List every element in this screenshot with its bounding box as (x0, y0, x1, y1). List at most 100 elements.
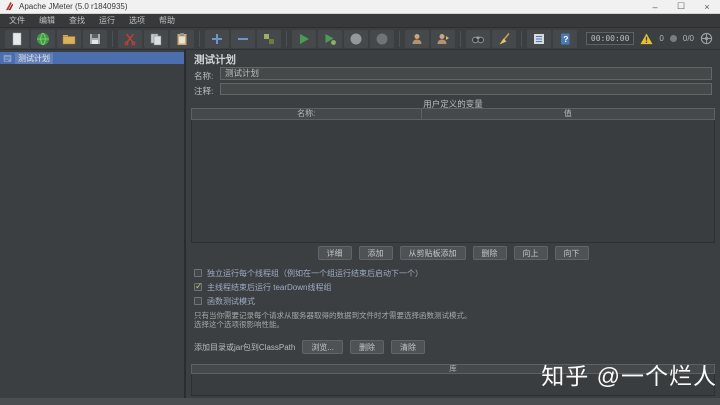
tree-item-label: 测试计划 (15, 52, 53, 64)
help-button[interactable]: ? (553, 29, 577, 48)
add-icon (212, 33, 222, 44)
toolbar-separator (199, 30, 200, 47)
templates-button[interactable] (31, 29, 55, 48)
warning-icon[interactable] (640, 32, 653, 45)
classpath-clear-button[interactable]: 清除 (391, 340, 426, 354)
remove-button[interactable] (231, 29, 255, 48)
open-folder-icon (62, 34, 76, 44)
menu-run[interactable]: 运行 (92, 14, 122, 28)
shutdown-button[interactable] (370, 29, 394, 48)
close-button[interactable]: × (694, 0, 720, 13)
stop-button[interactable] (344, 29, 368, 48)
toggle-icon (264, 33, 274, 44)
clear-button[interactable] (492, 29, 516, 48)
checkbox-run-teardown[interactable]: 主线程结束后运行 tearDown线程组 (194, 281, 331, 292)
start-no-pauses-button[interactable] (318, 29, 342, 48)
open-file-button[interactable] (57, 29, 81, 48)
remove-icon (238, 37, 248, 40)
delete-row-button[interactable]: 删除 (472, 246, 507, 260)
tree-item-test-plan[interactable]: 测试计划 (0, 52, 184, 64)
start-button[interactable] (292, 29, 316, 48)
cut-button[interactable] (118, 29, 142, 48)
test-timer: 00:00:00 (585, 32, 635, 45)
toolbar-separator (286, 30, 287, 47)
remote-start-icon (412, 33, 422, 44)
save-button[interactable] (83, 29, 107, 48)
view-log-button[interactable] (527, 29, 551, 48)
bottom-strip (0, 398, 720, 405)
start-icon (300, 33, 309, 44)
checkbox-functional-mode[interactable]: 函数测试模式 (194, 296, 255, 306)
new-file-icon (12, 32, 22, 45)
jmeter-logo-icon (5, 2, 14, 11)
comment-input[interactable] (220, 83, 712, 95)
test-plan-panel: 测试计划 名称: 测试计划 注释: 用户定义的变量 名称: 值 详细 添加 从剪… (186, 50, 720, 398)
detail-button[interactable]: 详细 (317, 246, 352, 260)
checkbox-icon (194, 297, 202, 305)
test-plan-icon (3, 54, 12, 62)
window-title: Apache JMeter (5.0 r1840935) (19, 2, 128, 11)
classpath-delete-button[interactable]: 删除 (350, 340, 385, 354)
paste-button[interactable] (170, 29, 194, 48)
new-file-button[interactable] (5, 29, 29, 48)
toggle-button[interactable] (257, 29, 281, 48)
add-button[interactable] (205, 29, 229, 48)
add-from-clipboard-button[interactable]: 从剪贴板添加 (399, 246, 466, 260)
move-up-button[interactable]: 向上 (513, 246, 548, 260)
shutdown-icon (376, 33, 388, 44)
toolbar-status: 00:00:00 0 0/0 (585, 32, 716, 45)
error-count: 0 (659, 34, 664, 43)
remote-start-all-button[interactable] (431, 29, 455, 48)
minimize-button[interactable]: – (642, 0, 668, 13)
checkbox-icon (194, 269, 202, 277)
menu-help[interactable]: 帮助 (152, 14, 182, 28)
toolbar-separator (460, 30, 461, 47)
paste-icon (177, 32, 187, 45)
stop-icon (350, 33, 362, 44)
remote-start-button[interactable] (405, 29, 429, 48)
udv-column-value[interactable]: 值 (420, 108, 715, 120)
menu-bar: 文件 编辑 查找 运行 选项 帮助 (0, 14, 720, 28)
menu-options[interactable]: 选项 (122, 14, 152, 28)
udv-column-name[interactable]: 名称: (191, 108, 422, 120)
name-input[interactable]: 测试计划 (220, 67, 712, 80)
udv-table-body[interactable] (191, 120, 715, 243)
save-icon (90, 33, 100, 44)
thread-count: 0/0 (682, 34, 694, 43)
search-button[interactable] (466, 29, 490, 48)
move-down-button[interactable]: 向下 (554, 246, 589, 260)
view-log-icon (534, 33, 544, 44)
classpath-label: 添加目录或jar包到ClassPath (194, 342, 296, 352)
toolbar-separator (521, 30, 522, 47)
status-target-icon[interactable] (700, 32, 713, 45)
copy-button[interactable] (144, 29, 168, 48)
remote-start-all-icon (437, 33, 449, 44)
cut-icon (124, 33, 136, 45)
help-icon: ? (561, 33, 570, 44)
test-plan-tree[interactable]: 测试计划 (0, 50, 186, 398)
watermark: 知乎 @一个烂人 (541, 363, 717, 389)
search-icon (472, 36, 484, 43)
broom-icon (499, 32, 510, 44)
copy-icon (150, 33, 162, 45)
content-area: 测试计划 测试计划 名称: 测试计划 注释: 用户定义的变量 名称: 值 详细 … (0, 50, 720, 398)
classpath-row: 添加目录或jar包到ClassPath 浏览... 删除 清除 (194, 340, 426, 354)
svg-text:?: ? (563, 34, 568, 44)
add-row-button[interactable]: 添加 (358, 246, 393, 260)
comment-label: 注释: (194, 86, 214, 96)
menu-search[interactable]: 查找 (62, 14, 92, 28)
name-label: 名称: (194, 71, 214, 81)
toolbar-separator (399, 30, 400, 47)
maximize-button[interactable]: ☐ (668, 0, 694, 13)
toolbar-separator (112, 30, 113, 47)
functional-mode-help-2: 选择这个选项很影响性能。 (194, 320, 284, 329)
menu-file[interactable]: 文件 (2, 14, 32, 28)
title-bar: Apache JMeter (5.0 r1840935) – ☐ × (0, 0, 720, 14)
checkbox-run-thread-groups-consecutively[interactable]: 独立运行每个线程组（例如在一个组运行结束后启动下一个） (194, 268, 423, 278)
toolbar: ? 00:00:00 0 0/0 (0, 28, 720, 50)
browse-button[interactable]: 浏览... (302, 340, 344, 354)
udv-table-header: 名称: 值 (191, 108, 715, 120)
menu-edit[interactable]: 编辑 (32, 14, 62, 28)
jmeter-window: Apache JMeter (5.0 r1840935) – ☐ × 文件 编辑… (0, 0, 720, 405)
panel-title: 测试计划 (194, 54, 236, 66)
